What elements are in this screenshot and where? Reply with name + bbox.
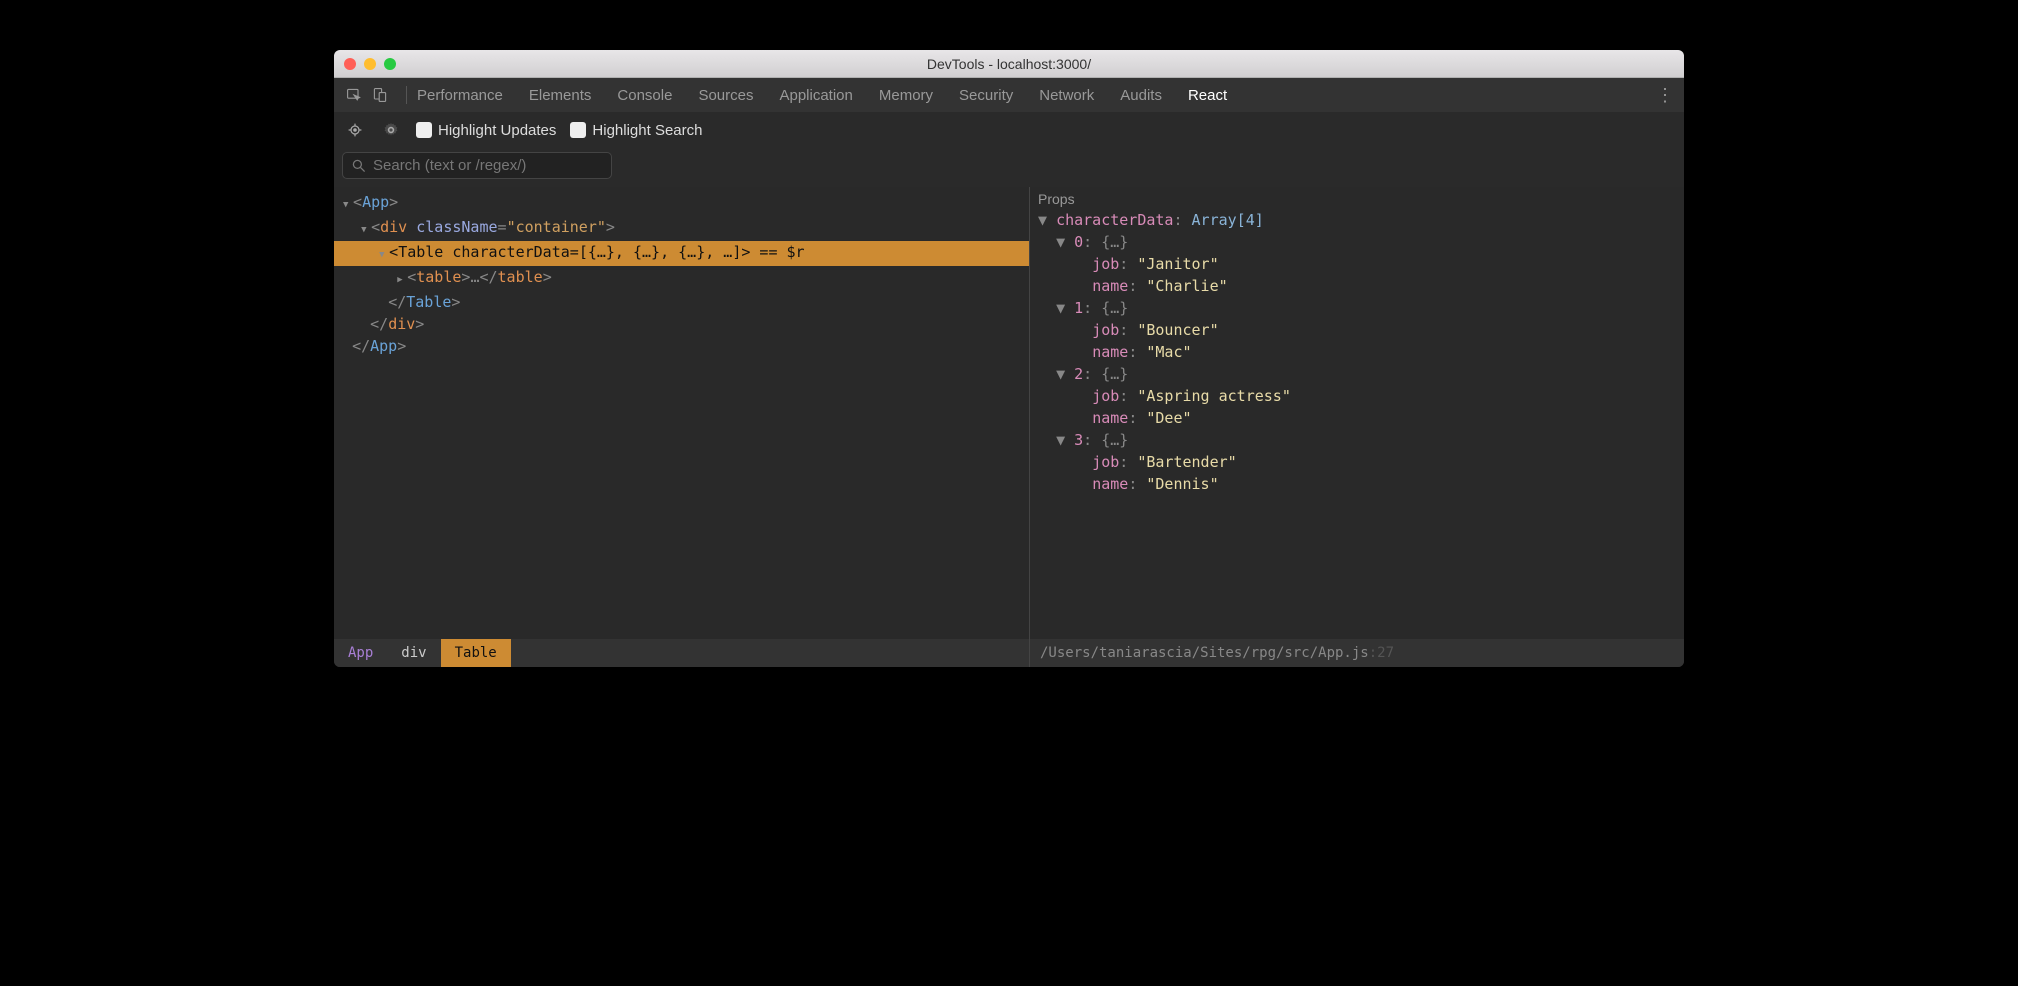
component-tree[interactable]: <App> <div className="container"> <Table… — [334, 187, 1029, 639]
props-field[interactable]: job: "Bartender" — [1038, 451, 1676, 473]
inspect-icon[interactable] — [344, 85, 364, 105]
component-tree-pane: <App> <div className="container"> <Table… — [334, 187, 1030, 667]
gear-icon[interactable] — [380, 119, 402, 141]
props-title: Props — [1038, 191, 1676, 207]
react-toolbar: Highlight Updates Highlight Search — [334, 112, 1684, 148]
tab-elements[interactable]: Elements — [529, 87, 592, 104]
separator — [406, 86, 407, 104]
highlight-search-label: Highlight Search — [592, 122, 702, 139]
tree-row-table-close[interactable]: </Table> — [334, 291, 1029, 313]
props-item[interactable]: ▼ 3: {…} — [1038, 429, 1676, 451]
props-item[interactable]: ▼ 1: {…} — [1038, 297, 1676, 319]
props-item[interactable]: ▼ 0: {…} — [1038, 231, 1676, 253]
titlebar: DevTools - localhost:3000/ — [334, 50, 1684, 78]
tab-react[interactable]: React — [1188, 87, 1227, 104]
crumb-table[interactable]: Table — [441, 639, 511, 667]
chevron-right-icon[interactable] — [397, 266, 407, 291]
props-field[interactable]: name: "Charlie" — [1038, 275, 1676, 297]
window-title: DevTools - localhost:3000/ — [334, 56, 1684, 72]
device-icon[interactable] — [370, 85, 390, 105]
source-path[interactable]: /Users/taniarascia/Sites/rpg/src/App.js:… — [1030, 639, 1684, 667]
crumb-app[interactable]: App — [334, 639, 387, 667]
tree-row-table[interactable]: <Table characterData=[{…}, {…}, {…}, …]>… — [334, 241, 1029, 266]
checkbox-icon[interactable] — [416, 122, 432, 138]
chevron-down-icon[interactable] — [343, 191, 353, 216]
tab-network[interactable]: Network — [1039, 87, 1094, 104]
props-field[interactable]: name: "Dennis" — [1038, 473, 1676, 495]
zoom-icon[interactable] — [384, 58, 396, 70]
tab-application[interactable]: Application — [779, 87, 852, 104]
tab-sources[interactable]: Sources — [698, 87, 753, 104]
minimize-icon[interactable] — [364, 58, 376, 70]
tab-list: Performance Elements Console Sources App… — [417, 87, 1227, 104]
devtools-window: DevTools - localhost:3000/ Performance E… — [334, 50, 1684, 667]
chevron-down-icon[interactable] — [379, 241, 389, 266]
tree-row-div-close[interactable]: </div> — [334, 313, 1029, 335]
highlight-updates-label: Highlight Updates — [438, 122, 556, 139]
props-root[interactable]: ▼ characterData: Array[4] — [1038, 209, 1676, 231]
search-box[interactable] — [342, 152, 612, 179]
props-field[interactable]: job: "Aspring actress" — [1038, 385, 1676, 407]
highlight-updates-checkbox[interactable]: Highlight Updates — [416, 122, 556, 139]
props-field[interactable]: job: "Bouncer" — [1038, 319, 1676, 341]
highlight-search-checkbox[interactable]: Highlight Search — [570, 122, 702, 139]
props-field[interactable]: name: "Mac" — [1038, 341, 1676, 363]
close-icon[interactable] — [344, 58, 356, 70]
devtools-tabbar: Performance Elements Console Sources App… — [334, 78, 1684, 112]
source-path-text: /Users/taniarascia/Sites/rpg/src/App.js — [1040, 645, 1369, 661]
tab-security[interactable]: Security — [959, 87, 1013, 104]
tree-row-app-close[interactable]: </App> — [334, 335, 1029, 357]
crumb-div[interactable]: div — [387, 639, 440, 667]
props-body[interactable]: Props ▼ characterData: Array[4] ▼ 0: {…}… — [1030, 187, 1684, 639]
tree-row-table-el[interactable]: <table>…</table> — [334, 266, 1029, 291]
main-panes: <App> <div className="container"> <Table… — [334, 187, 1684, 667]
search-row — [334, 148, 1684, 187]
search-input[interactable] — [373, 157, 603, 174]
tab-memory[interactable]: Memory — [879, 87, 933, 104]
target-icon[interactable] — [344, 119, 366, 141]
tab-console[interactable]: Console — [617, 87, 672, 104]
props-item[interactable]: ▼ 2: {…} — [1038, 363, 1676, 385]
tree-row-div[interactable]: <div className="container"> — [334, 216, 1029, 241]
tab-performance[interactable]: Performance — [417, 87, 503, 104]
tree-row-app[interactable]: <App> — [334, 191, 1029, 216]
props-field[interactable]: job: "Janitor" — [1038, 253, 1676, 275]
kebab-icon[interactable]: ⋮ — [1656, 85, 1674, 106]
props-pane: Props ▼ characterData: Array[4] ▼ 0: {…}… — [1030, 187, 1684, 667]
source-line: :27 — [1369, 645, 1394, 661]
props-field[interactable]: name: "Dee" — [1038, 407, 1676, 429]
breadcrumb: App div Table — [334, 639, 1029, 667]
checkbox-icon[interactable] — [570, 122, 586, 138]
chevron-down-icon[interactable] — [361, 216, 371, 241]
tab-audits[interactable]: Audits — [1120, 87, 1162, 104]
search-icon — [351, 158, 367, 174]
traffic-lights — [344, 58, 396, 70]
